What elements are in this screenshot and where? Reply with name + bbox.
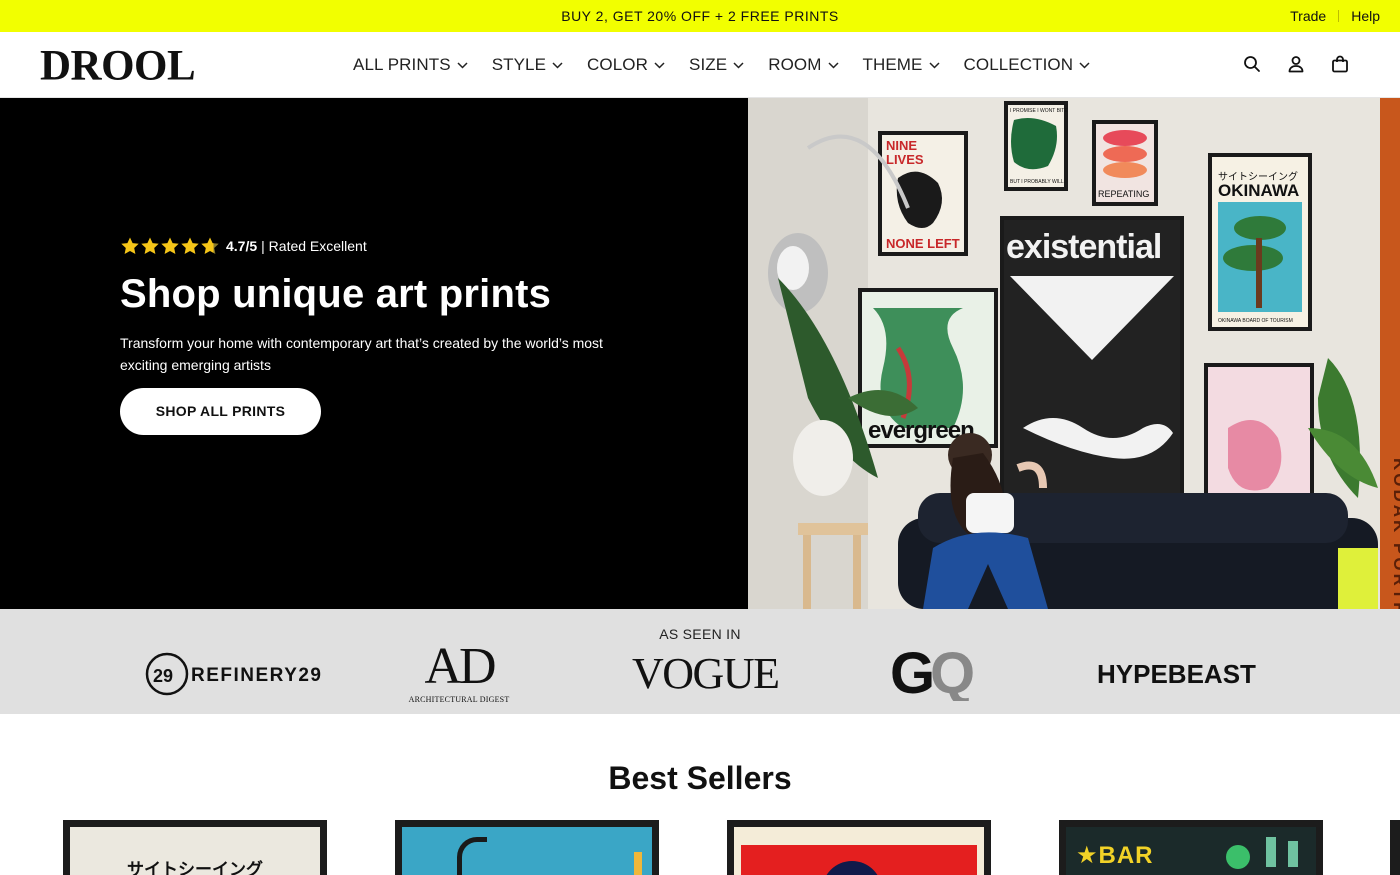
poster-okinawa: OKINAWA xyxy=(1218,181,1299,200)
chevron-down-icon xyxy=(733,61,744,69)
utility-links: Trade Help xyxy=(1290,8,1380,24)
hypebeast-logo[interactable]: HYPEBEAST xyxy=(1097,659,1256,690)
poster-okinawa-small: OKINAWA BOARD OF TOURISM xyxy=(1218,318,1293,324)
nav-label: ROOM xyxy=(768,55,822,74)
poster-existential: existential xyxy=(1006,228,1161,266)
nav-all-prints[interactable]: ALL PRINTS xyxy=(353,55,468,75)
architectural-digest-logo[interactable]: AD ARCHITECTURAL DIGEST xyxy=(408,641,510,705)
edge-text: KODAK PORTR xyxy=(1390,458,1400,609)
product-card[interactable]: ★BAR xyxy=(1059,820,1323,875)
vogue-logo[interactable]: VOGUE xyxy=(632,649,780,699)
ad-subtext: ARCHITECTURAL DIGEST xyxy=(408,695,510,704)
nav-style[interactable]: STYLE xyxy=(492,55,563,75)
svg-text:29: 29 xyxy=(153,666,173,686)
rating-row[interactable]: 4.7/5 | Rated Excellent xyxy=(120,236,680,256)
hero-content: 4.7/5 | Rated Excellent Shop unique art … xyxy=(120,236,680,435)
link-divider xyxy=(1338,10,1340,22)
hero-illustration: KODAK PORTR NINE LIVES NONE LEFT I PROMI… xyxy=(748,98,1400,609)
poster-repeating: REPEATING xyxy=(1098,189,1149,199)
best-sellers-title: Best Sellers xyxy=(608,760,792,796)
gq-mark: G Q xyxy=(890,641,979,706)
chevron-down-icon xyxy=(827,61,839,69)
cart-icon[interactable] xyxy=(1330,54,1350,74)
search-icon[interactable] xyxy=(1242,54,1262,74)
ad-letters: AD xyxy=(424,638,496,695)
nav-room[interactable]: ROOM xyxy=(768,55,839,75)
star-icon xyxy=(121,237,139,254)
rating-label: | Rated Excellent xyxy=(261,238,367,254)
account-icon[interactable] xyxy=(1286,54,1306,74)
chevron-down-icon xyxy=(552,61,563,69)
trade-link[interactable]: Trade xyxy=(1290,8,1326,24)
shop-all-prints-button[interactable]: SHOP ALL PRINTS xyxy=(120,388,321,435)
nav-color[interactable]: COLOR xyxy=(587,55,665,75)
chevron-down-icon xyxy=(654,61,665,69)
poster-lives: LIVES xyxy=(886,152,924,167)
gq-logo[interactable]: G Q GQ xyxy=(890,641,986,706)
nav-label: SIZE xyxy=(689,55,728,74)
chevron-down-icon xyxy=(928,61,940,69)
nav-label: COLOR xyxy=(587,55,649,74)
product-preview-text: サイトシーイング xyxy=(127,860,263,875)
product-card[interactable]: サイトシーイング xyxy=(63,820,327,875)
poster-none-left: NONE LEFT xyxy=(886,236,960,251)
star-half-icon xyxy=(201,237,219,254)
announcement-bar: BUY 2, GET 20% OFF + 2 FREE PRINTS Trade… xyxy=(0,0,1400,32)
product-card[interactable] xyxy=(395,820,659,875)
hero-image[interactable]: KODAK PORTR NINE LIVES NONE LEFT I PROMI… xyxy=(748,98,1400,609)
chevron-down-icon xyxy=(1079,61,1090,69)
nav-collection[interactable]: COLLECTION xyxy=(964,55,1091,75)
nav-label: STYLE xyxy=(491,55,547,74)
press-bar: AS SEEN IN 29 REFINERY29 AD ARCHITECTURA… xyxy=(0,609,1400,714)
nav-label: COLLECTION xyxy=(963,55,1074,74)
promo-text[interactable]: BUY 2, GET 20% OFF + 2 FREE PRINTS xyxy=(0,8,1400,24)
hero-subtitle: Transform your home with contemporary ar… xyxy=(120,335,603,373)
hero-title: Shop unique art prints xyxy=(120,272,552,316)
hero-banner: 4.7/5 | Rated Excellent Shop unique art … xyxy=(0,98,1400,609)
nav-label: ALL PRINTS xyxy=(353,55,451,74)
refinery29-logo[interactable]: 29 REFINERY29 xyxy=(145,652,321,698)
nav-theme[interactable]: THEME xyxy=(863,55,940,75)
product-card[interactable] xyxy=(727,820,991,875)
nav-label: THEME xyxy=(862,55,923,74)
product-card-partial[interactable] xyxy=(1390,820,1400,875)
site-header: DROOL ALL PRINTS STYLE COLOR SIZE ROOM T… xyxy=(0,32,1400,98)
header-actions xyxy=(1242,54,1350,74)
poster-promise-bottom: BUT I PROBABLY WILL xyxy=(1010,179,1064,185)
poster-nine: NINE xyxy=(886,138,917,153)
star-icon xyxy=(161,237,179,254)
refinery29-text: REFINERY29 xyxy=(191,665,323,686)
svg-text:Q: Q xyxy=(930,645,973,701)
star-icon xyxy=(181,237,199,254)
poster-promise-top: I PROMISE I WONT BITE xyxy=(1010,108,1068,114)
svg-text:G: G xyxy=(890,645,932,701)
press-label: AS SEEN IN xyxy=(659,626,741,642)
rating-score: 4.7/5 xyxy=(226,238,258,254)
nav-size[interactable]: SIZE xyxy=(689,55,744,75)
product-preview-text: ★BAR xyxy=(1076,842,1154,869)
main-nav: ALL PRINTS STYLE COLOR SIZE ROOM THEME C… xyxy=(353,55,1114,75)
site-logo[interactable]: DROOL xyxy=(40,43,196,89)
star-rating xyxy=(120,236,220,256)
help-link[interactable]: Help xyxy=(1351,8,1380,24)
chevron-down-icon xyxy=(457,61,468,69)
star-icon xyxy=(141,237,159,254)
